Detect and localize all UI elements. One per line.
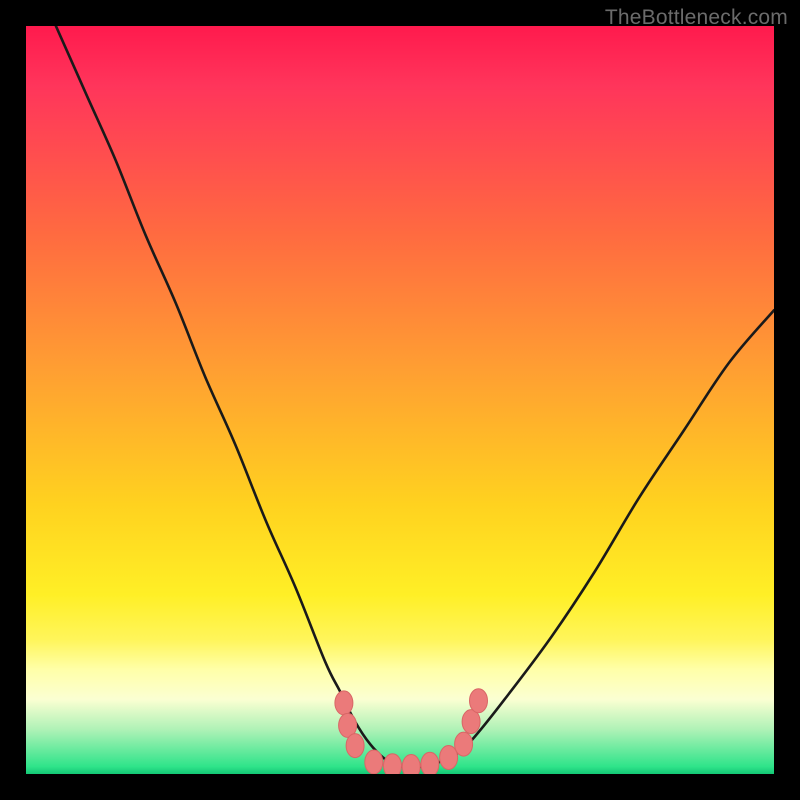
bottleneck-curve-svg <box>26 26 774 774</box>
curve-marker <box>421 752 439 774</box>
curve-marker <box>346 734 364 758</box>
curve-marker <box>384 754 402 774</box>
curve-marker <box>402 755 420 775</box>
bottleneck-curve <box>56 26 774 767</box>
watermark-text: TheBottleneck.com <box>605 6 788 30</box>
curve-markers <box>335 689 488 774</box>
curve-marker <box>455 732 473 756</box>
curve-marker <box>462 710 480 734</box>
curve-marker <box>470 689 488 713</box>
chart-plot-area <box>26 26 774 774</box>
curve-marker <box>365 750 383 774</box>
curve-group <box>56 26 774 767</box>
curve-marker <box>335 691 353 715</box>
chart-frame: TheBottleneck.com <box>0 0 800 800</box>
